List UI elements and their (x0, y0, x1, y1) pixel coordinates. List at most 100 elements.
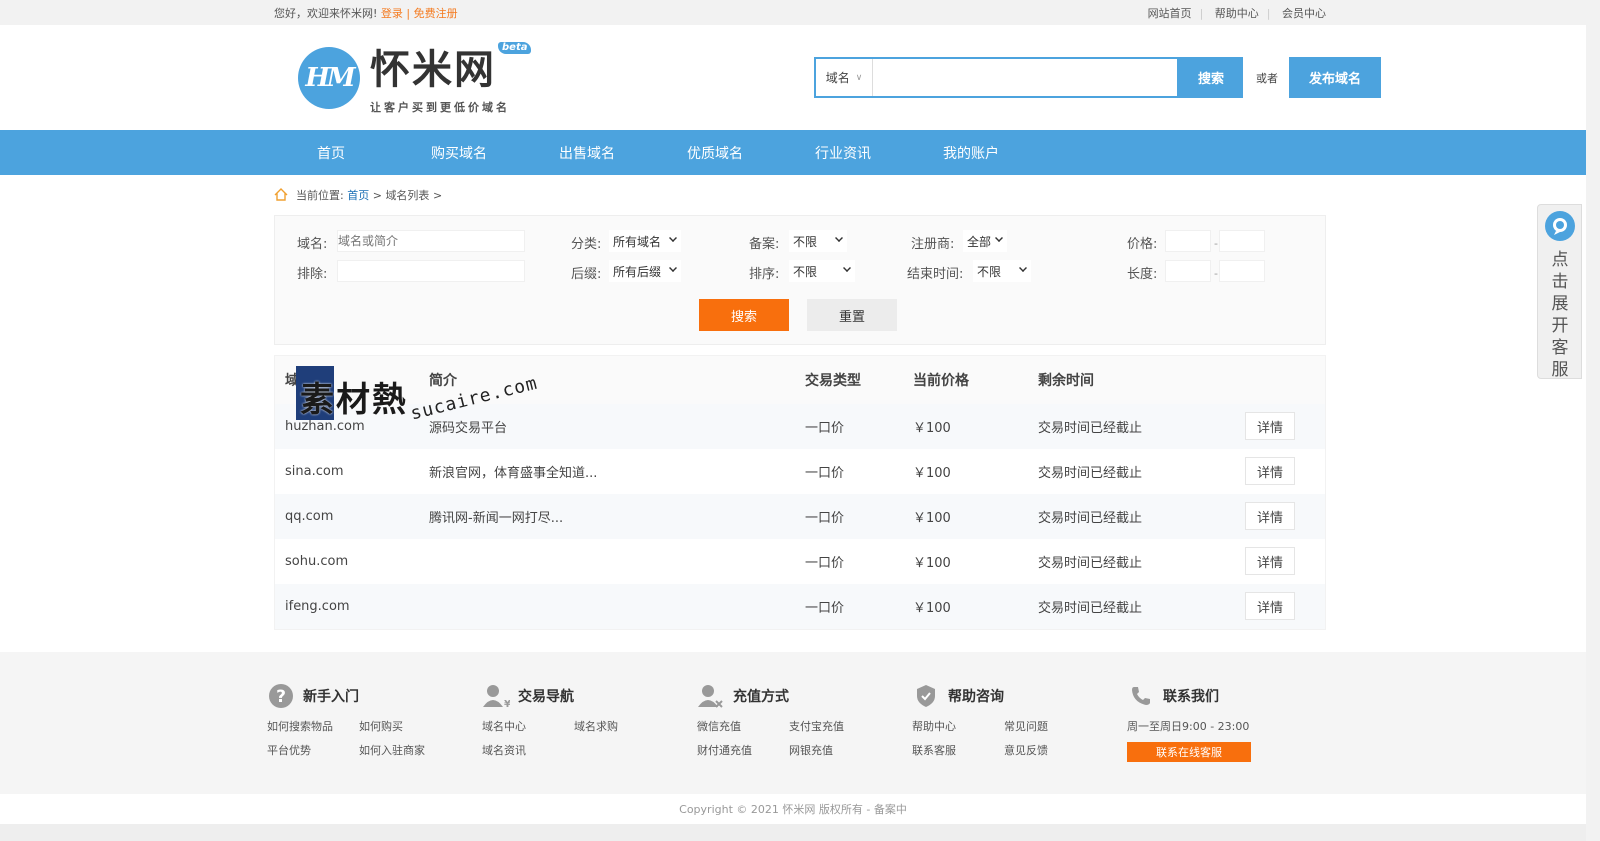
suffix-select[interactable]: 所有后缀 (609, 260, 681, 282)
length-max-input[interactable] (1219, 260, 1265, 282)
breadcrumb-prefix: 当前位置: (296, 189, 344, 202)
footer-link[interactable]: 平台优势 (267, 742, 359, 758)
site-logo[interactable]: HM 怀米网 beta 让客户买到更低价域名 (298, 42, 532, 115)
registrar-select[interactable]: 全部 (963, 230, 1007, 252)
contact-online-service-button[interactable]: 联系在线客服 (1127, 742, 1251, 762)
nav-item-home[interactable]: 首页 (267, 143, 395, 163)
top-bar-left: 您好，欢迎来怀米网! 登录 | 免费注册 (274, 5, 458, 21)
footer-link[interactable]: 如何购买 (359, 718, 451, 734)
footer-link[interactable]: 支付宝充值 (789, 718, 881, 734)
site-home-link[interactable]: 网站首页 (1148, 7, 1192, 20)
endtime-filter-label: 结束时间: (907, 267, 964, 282)
filter-reset-button[interactable]: 重置 (807, 299, 897, 331)
endtime-select[interactable]: 不限 (973, 260, 1031, 282)
nav-item-news[interactable]: 行业资讯 (779, 143, 907, 163)
length-min-input[interactable] (1165, 260, 1211, 282)
nav-item-account[interactable]: 我的账户 (907, 143, 1035, 163)
row-domain[interactable]: sina.com (285, 464, 344, 479)
detail-button[interactable]: 详情 (1245, 547, 1295, 575)
row-domain[interactable]: ifeng.com (285, 599, 350, 614)
filter-search-button[interactable]: 搜索 (699, 299, 789, 331)
search-input[interactable] (873, 59, 1177, 96)
contact-hours: 周一至周日9:00 - 23:00 (1127, 720, 1250, 733)
breadcrumb: 当前位置: 首页 > 域名列表 > (274, 175, 1326, 215)
row-type: 一口价 (805, 466, 845, 481)
search-type-select[interactable]: 域名 ∨ (816, 59, 873, 96)
footer-col-trade: ¥ 交易导航 域名中心 域名求购 域名资讯 (482, 682, 702, 758)
top-bar-right: 网站首页 | 帮助中心 | 会员中心 (1147, 6, 1326, 20)
user-yen-icon: ¥ (482, 682, 510, 710)
detail-button[interactable]: 详情 (1245, 412, 1295, 440)
price-max-input[interactable] (1219, 230, 1265, 252)
shield-icon (912, 682, 940, 710)
register-link[interactable]: 免费注册 (414, 7, 458, 20)
row-type: 一口价 (805, 556, 845, 571)
footer-link[interactable]: 帮助中心 (912, 718, 1004, 734)
footer-col-contact: 联系我们 周一至周日9:00 - 23:00 联系在线客服 (1127, 682, 1347, 762)
nav-item-buy[interactable]: 购买域名 (395, 143, 523, 163)
table-row: sina.com 新浪官网，体育盛事全知道... 一口价 ￥100 交易时间已经… (275, 449, 1325, 494)
record-select[interactable]: 不限 (789, 230, 847, 252)
category-select[interactable]: 所有域名 (609, 230, 681, 252)
member-center-link[interactable]: 会员中心 (1282, 7, 1326, 20)
svg-text:¥: ¥ (504, 699, 510, 709)
footer-link[interactable]: 域名求购 (574, 718, 666, 734)
suffix-filter-label: 后缀: (571, 267, 602, 282)
top-divider: | (406, 6, 411, 20)
top-bar: 您好，欢迎来怀米网! 登录 | 免费注册 网站首页 | 帮助中心 | 会员中心 (0, 0, 1600, 25)
row-price: ￥100 (913, 511, 951, 526)
chevron-down-icon (1019, 264, 1027, 272)
detail-button[interactable]: 详情 (1245, 592, 1295, 620)
footer-link[interactable]: 联系客服 (912, 742, 1004, 758)
footer-link[interactable]: 微信充值 (697, 718, 789, 734)
scrollbar[interactable] (1586, 0, 1600, 841)
login-link[interactable]: 登录 (381, 7, 403, 20)
exclude-filter-input[interactable] (337, 260, 525, 282)
domain-filter-input[interactable] (337, 230, 525, 252)
row-domain[interactable]: sohu.com (285, 554, 348, 569)
row-price: ￥100 (913, 601, 951, 616)
publish-domain-button[interactable]: 发布域名 (1289, 57, 1381, 98)
sort-select[interactable]: 不限 (789, 260, 855, 282)
nav-item-premium[interactable]: 优质域名 (651, 143, 779, 163)
col-header-time: 剩余时间 (1038, 373, 1094, 389)
price-filter-label: 价格: (1127, 237, 1158, 252)
greeting-text: 您好，欢迎来怀米网! (274, 6, 378, 20)
chevron-down-icon (843, 264, 851, 272)
footer-link[interactable]: 常见问题 (1004, 718, 1096, 734)
detail-button[interactable]: 详情 (1245, 457, 1295, 485)
watermark-text: 素材熱 (300, 380, 408, 420)
help-center-link[interactable]: 帮助中心 (1215, 7, 1259, 20)
customer-service-icon (1545, 211, 1575, 241)
footer-col-title: 充值方式 (733, 689, 789, 705)
registrar-filter-label: 注册商: (911, 237, 955, 252)
footer-link[interactable]: 如何入驻商家 (359, 742, 451, 758)
footer-link[interactable]: 域名中心 (482, 718, 574, 734)
search-type-value: 域名 (825, 71, 850, 85)
footer-col-title: 交易导航 (518, 689, 574, 705)
search-button[interactable]: 搜索 (1179, 57, 1243, 98)
detail-button[interactable]: 详情 (1245, 502, 1295, 530)
footer-link[interactable]: 财付通充值 (697, 742, 789, 758)
or-text: 或者 (1256, 72, 1278, 85)
footer-link[interactable]: 域名资讯 (482, 742, 574, 758)
side-customer-service-tab[interactable]: 点击展开客服 (1537, 204, 1582, 380)
footer-col-recharge: 充值方式 微信充值 支付宝充值 财付通充值 网银充值 (697, 682, 917, 758)
chevron-down-icon (669, 234, 677, 242)
footer-col-title: 帮助咨询 (948, 689, 1004, 705)
row-type: 一口价 (805, 601, 845, 616)
row-price: ￥100 (913, 466, 951, 481)
footer-link[interactable]: 如何搜索物品 (267, 718, 359, 734)
footer-link[interactable]: 网银充值 (789, 742, 881, 758)
row-type: 一口价 (805, 511, 845, 526)
chevron-down-icon: ∨ (855, 72, 863, 83)
user-pay-icon (697, 682, 725, 710)
breadcrumb-home-link[interactable]: 首页 (347, 187, 369, 203)
row-domain[interactable]: qq.com (285, 509, 333, 524)
footer-link[interactable]: 意见反馈 (1004, 742, 1096, 758)
price-min-input[interactable] (1165, 230, 1211, 252)
nav-item-sell[interactable]: 出售域名 (523, 143, 651, 163)
row-time: 交易时间已经截止 (1038, 421, 1143, 436)
sort-filter-label: 排序: (749, 267, 780, 282)
registrar-select-value: 全部 (967, 234, 992, 249)
